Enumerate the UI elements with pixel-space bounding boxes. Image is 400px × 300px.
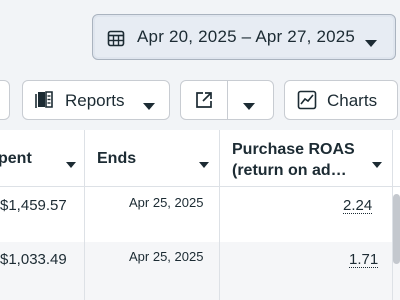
reports-button[interactable]: Reports (22, 80, 170, 120)
truncated-button[interactable] (0, 80, 10, 120)
table-row[interactable]: $1,459.57 Apr 25, 2025 2.24 (0, 187, 400, 242)
column-header-purchase-roas[interactable]: Purchase ROAS (return on ad… (220, 130, 392, 186)
column-header-ends[interactable]: Ends (85, 130, 219, 186)
date-range-button[interactable]: Apr 20, 2025 – Apr 27, 2025 (92, 14, 396, 60)
reports-label: Reports (65, 91, 125, 110)
button-divider (227, 81, 228, 119)
chevron-down-icon[interactable] (243, 96, 255, 116)
column-divider (219, 130, 220, 300)
line-chart-icon (297, 90, 317, 115)
column-header-amount-spent[interactable]: pent (0, 130, 84, 186)
table-row[interactable]: $1,033.49 Apr 25, 2025 1.71 (0, 242, 400, 300)
chevron-down-icon (143, 96, 155, 116)
roas-cell[interactable]: 1.71 (349, 252, 379, 268)
charts-button[interactable]: Charts (284, 80, 398, 120)
campaign-table: pent Ends Purchase ROAS (return on ad… $… (0, 130, 400, 300)
roas-cell[interactable]: 2.24 (343, 198, 373, 214)
reports-icon (35, 91, 55, 114)
export-icon[interactable] (195, 91, 213, 114)
calendar-icon (107, 29, 125, 52)
chevron-down-icon (365, 33, 377, 53)
vertical-scrollbar[interactable] (393, 194, 400, 264)
column-divider (84, 130, 85, 300)
ends-cell: Apr 25, 2025 (129, 195, 204, 210)
amount-spent-cell: $1,033.49 (0, 251, 67, 268)
charts-label: Charts (327, 91, 378, 110)
sort-caret-icon (66, 156, 76, 174)
sort-caret-icon (199, 156, 209, 174)
ends-cell: Apr 25, 2025 (129, 249, 204, 264)
sort-caret-icon (372, 156, 382, 174)
export-button-group (180, 80, 274, 120)
date-range-label: Apr 20, 2025 – Apr 27, 2025 (137, 27, 356, 46)
amount-spent-cell: $1,459.57 (0, 197, 67, 214)
